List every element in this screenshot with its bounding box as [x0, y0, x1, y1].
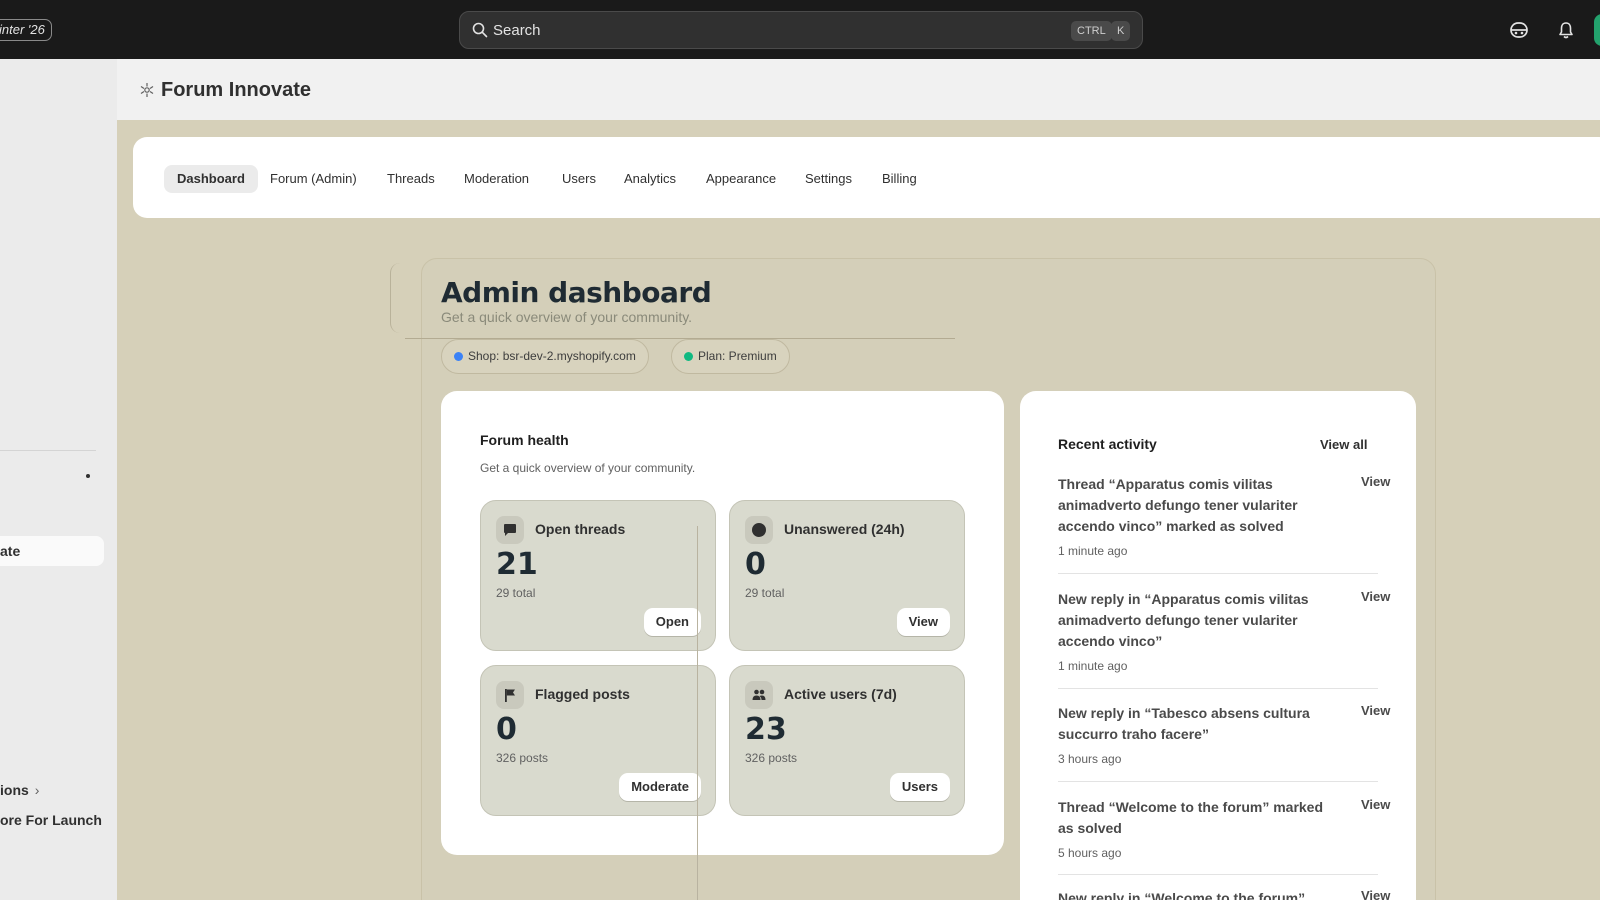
- tab-appearance[interactable]: Appearance: [693, 165, 789, 193]
- view-all-link[interactable]: View all: [1320, 437, 1367, 452]
- activity-divider: [1058, 781, 1378, 782]
- green-dot-icon: [684, 352, 693, 361]
- stat-name: Open threads: [535, 521, 626, 537]
- guide-line: [697, 526, 698, 900]
- sidebar-item-launch[interactable]: ore For Launch: [0, 812, 102, 828]
- activity-text[interactable]: Thread “Welcome to the forum” marked as …: [1058, 797, 1328, 839]
- activity-text[interactable]: New reply in “Tabesco absens cultura suc…: [1058, 703, 1328, 745]
- stat-card-open-threads: Open threads 21 29 total Open: [480, 500, 716, 651]
- shortcut-k-key: K: [1111, 21, 1131, 41]
- activity-item: Thread “Apparatus comis vilitas animadve…: [1058, 474, 1390, 558]
- search-bar[interactable]: Search CTRL K: [459, 11, 1143, 49]
- plan-badge: Plan: Premium: [671, 339, 790, 374]
- tab-threads[interactable]: Threads: [374, 165, 448, 193]
- open-button[interactable]: Open: [643, 608, 701, 636]
- page-title: Admin dashboard: [441, 276, 712, 309]
- stat-card-flagged-posts: Flagged posts 0 326 posts Moderate: [480, 665, 716, 816]
- moderate-button[interactable]: Moderate: [619, 773, 701, 801]
- nav-tabs: Dashboard Forum (Admin) Threads Moderati…: [133, 137, 1600, 218]
- sidekick-icon[interactable]: [1509, 20, 1529, 40]
- activity-text[interactable]: New reply in “Apparatus comis vilitas an…: [1058, 589, 1328, 652]
- flag-icon: [496, 681, 524, 709]
- activity-divider: [1058, 688, 1378, 689]
- stat-card-unanswered: Unanswered (24h) 0 29 total View: [729, 500, 965, 651]
- activity-view-link[interactable]: View: [1361, 474, 1390, 489]
- activity-time: 1 minute ago: [1058, 659, 1128, 673]
- page-subtitle: Get a quick overview of your community.: [441, 309, 693, 325]
- activity-time: 3 hours ago: [1058, 752, 1122, 766]
- users-icon: [745, 681, 773, 709]
- avatar[interactable]: [1594, 14, 1600, 46]
- activity-time: 1 minute ago: [1058, 544, 1128, 558]
- tab-dashboard[interactable]: Dashboard: [164, 165, 258, 193]
- shop-badge: Shop: bsr-dev-2.myshopify.com: [441, 339, 649, 374]
- activity-item: New reply in “Apparatus comis vilitas an…: [1058, 589, 1390, 673]
- stat-subtext: 29 total: [745, 586, 785, 600]
- sidebar-item-label: ions: [0, 782, 29, 798]
- app-header: Forum Innovate: [117, 59, 1600, 120]
- stat-card-active-users: Active users (7d) 23 326 posts Users: [729, 665, 965, 816]
- activity-time: 5 hours ago: [1058, 846, 1122, 860]
- search-placeholder: Search: [493, 22, 541, 39]
- stat-subtext: 326 posts: [745, 751, 798, 765]
- app-logo-icon: [140, 83, 154, 97]
- activity-item: New reply in “Welcome to the forum” View: [1058, 888, 1390, 900]
- stat-value: 0: [745, 547, 766, 582]
- sidebar-item-active[interactable]: ate: [0, 536, 104, 566]
- forum-health-title: Forum health: [480, 432, 569, 448]
- stat-subtext: 29 total: [496, 586, 536, 600]
- activity-view-link[interactable]: View: [1361, 703, 1390, 718]
- recent-activity-title: Recent activity: [1058, 436, 1157, 452]
- blue-dot-icon: [454, 352, 463, 361]
- stat-value: 0: [496, 712, 517, 747]
- search-icon: [472, 22, 488, 38]
- stat-subtext: 326 posts: [496, 751, 549, 765]
- chevron-right-icon: ›: [34, 782, 40, 798]
- users-button[interactable]: Users: [889, 773, 950, 801]
- tab-billing[interactable]: Billing: [869, 165, 930, 193]
- chat-bubble-icon: [496, 516, 524, 544]
- tab-users[interactable]: Users: [549, 165, 609, 193]
- activity-view-link[interactable]: View: [1361, 589, 1390, 604]
- sidebar-item-apps[interactable]: ions ›: [0, 782, 39, 798]
- tab-forum-admin[interactable]: Forum (Admin): [257, 165, 370, 193]
- view-button[interactable]: View: [896, 608, 950, 636]
- activity-divider: [1058, 573, 1378, 574]
- shortcut-ctrl-key: CTRL: [1071, 21, 1112, 41]
- stat-name: Flagged posts: [535, 686, 630, 702]
- activity-item: New reply in “Tabesco absens cultura suc…: [1058, 703, 1390, 766]
- activity-view-link[interactable]: View: [1361, 797, 1390, 812]
- sidebar-status-dot: [86, 474, 90, 478]
- circle-icon: [745, 516, 773, 544]
- top-bar: inter '26 Search CTRL K: [0, 0, 1600, 59]
- activity-text[interactable]: New reply in “Welcome to the forum”: [1058, 888, 1328, 900]
- activity-view-link[interactable]: View: [1361, 888, 1390, 900]
- tab-moderation[interactable]: Moderation: [451, 165, 542, 193]
- activity-item: Thread “Welcome to the forum” marked as …: [1058, 797, 1390, 860]
- sidebar: ate ions › ore For Launch: [0, 59, 117, 900]
- plan-badge-label: Plan: Premium: [698, 349, 777, 363]
- stat-name: Unanswered (24h): [784, 521, 905, 537]
- activity-divider: [1058, 874, 1378, 875]
- tab-settings[interactable]: Settings: [792, 165, 865, 193]
- shop-badge-label: Shop: bsr-dev-2.myshopify.com: [468, 349, 636, 363]
- stat-value: 21: [496, 547, 538, 582]
- stat-name: Active users (7d): [784, 686, 897, 702]
- activity-text[interactable]: Thread “Apparatus comis vilitas animadve…: [1058, 474, 1328, 537]
- app-title: Forum Innovate: [161, 79, 312, 101]
- sidebar-divider: [0, 450, 96, 451]
- forum-health-subtitle: Get a quick overview of your community.: [480, 461, 696, 475]
- tab-analytics[interactable]: Analytics: [611, 165, 689, 193]
- bell-icon[interactable]: [1556, 20, 1576, 40]
- edition-badge[interactable]: inter '26: [0, 19, 52, 41]
- stat-value: 23: [745, 712, 787, 747]
